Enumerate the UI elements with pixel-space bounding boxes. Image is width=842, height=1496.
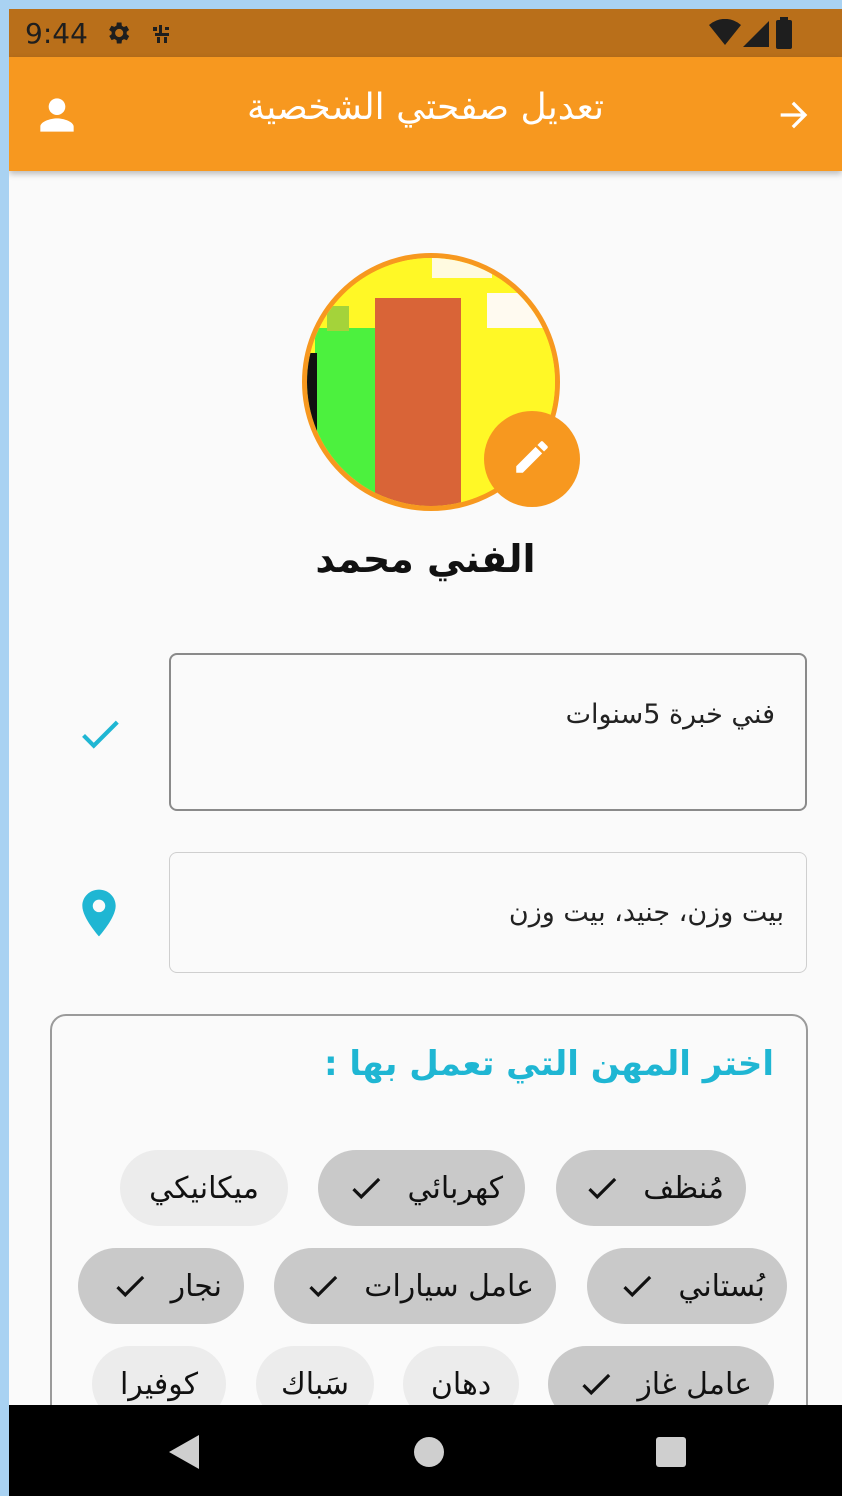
bio-field[interactable]: فني خبرة 5سنوات [169, 653, 807, 811]
page-title: تعديل صفحتي الشخصية [246, 87, 605, 128]
screen: 9:44 تعديل صفحتي الشخصية الفني محمد فني … [9, 9, 842, 1496]
back-triangle-icon[interactable] [169, 1435, 201, 1473]
home-circle-icon[interactable] [413, 1436, 445, 1472]
status-bar: 9:44 [9, 9, 842, 57]
check-icon [577, 1365, 615, 1403]
chip-label: عامل غاز [637, 1366, 752, 1402]
chip-gardener[interactable]: بُستاني [587, 1248, 787, 1324]
chip-cleaner[interactable]: مُنظف [556, 1150, 746, 1226]
app-notification-icon [151, 23, 175, 49]
chip-label: عامل سيارات [364, 1268, 534, 1304]
location-pin-icon [79, 889, 119, 941]
chip-mechanic[interactable]: ميكانيكي [120, 1150, 288, 1226]
avatar-container [302, 253, 580, 511]
chip-electrician[interactable]: كهربائي [318, 1150, 525, 1226]
recents-square-icon[interactable] [655, 1436, 687, 1472]
gear-icon [104, 19, 132, 51]
check-icon [304, 1267, 342, 1305]
chip-label: بُستاني [678, 1268, 765, 1304]
chip-label: نجار [170, 1268, 222, 1304]
location-value: بيت وزن، جنيد، بيت وزن [508, 897, 784, 928]
check-icon [75, 709, 125, 763]
wifi-icon [709, 18, 741, 51]
chip-carpenter[interactable]: نجار [78, 1248, 244, 1324]
check-icon [347, 1169, 385, 1207]
chip-label: كهربائي [407, 1170, 503, 1206]
edit-avatar-button[interactable] [484, 411, 580, 507]
location-field[interactable]: بيت وزن، جنيد، بيت وزن [169, 852, 807, 973]
chip-car-worker[interactable]: عامل سيارات [274, 1248, 556, 1324]
chip-label: سَباك [280, 1366, 350, 1402]
chip-label: ميكانيكي [149, 1170, 259, 1206]
app-bar: تعديل صفحتي الشخصية [9, 57, 842, 171]
pencil-icon [511, 436, 553, 482]
professions-title: اختر المهن التي تعمل بها : [323, 1044, 774, 1084]
navigation-bar [9, 1405, 842, 1496]
chip-label: دهان [430, 1366, 492, 1402]
battery-icon [775, 17, 793, 53]
bio-value: فني خبرة 5سنوات [565, 699, 775, 730]
status-time: 9:44 [25, 17, 88, 50]
arrow-forward-icon[interactable] [774, 95, 814, 139]
check-icon [618, 1267, 656, 1305]
profile-name: الفني محمد [315, 537, 536, 581]
chip-label: مُنظف [643, 1170, 724, 1206]
check-icon [111, 1267, 149, 1305]
check-icon [583, 1169, 621, 1207]
signal-icon [743, 21, 769, 51]
chip-label: كوفيرا [119, 1366, 199, 1402]
